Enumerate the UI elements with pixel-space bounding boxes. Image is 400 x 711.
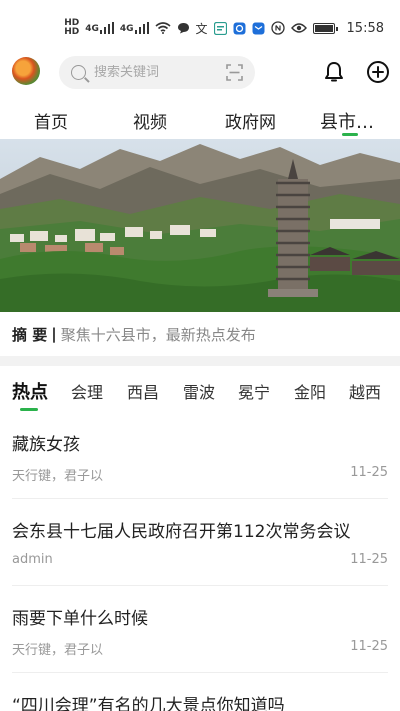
top-nav: 首页 视频 政府网 县市… (0, 100, 400, 138)
news-item[interactable]: 会东县十七届人民政府召开第112次常务会议 admin 11-25 (0, 501, 400, 588)
search-input[interactable] (94, 65, 222, 80)
news-divider (12, 672, 388, 673)
app-header (0, 56, 400, 90)
news-date: 11-25 (350, 639, 388, 654)
battery-fill (314, 24, 333, 32)
search-bar[interactable] (59, 56, 255, 89)
tab-counties[interactable]: 县市… (320, 108, 374, 134)
search-icon (71, 65, 86, 80)
news-divider (12, 585, 388, 586)
news-date: 11-25 (350, 465, 388, 480)
news-title: 雨要下单什么时候 (12, 609, 148, 629)
news-title: “四川会理”有名的几大景点你知道吗 (12, 696, 285, 711)
tab-government[interactable]: 政府网 (225, 108, 276, 133)
tab-home[interactable]: 首页 (34, 108, 68, 133)
battery-icon (312, 22, 338, 34)
network-hd-indicator: HD HD (64, 19, 79, 37)
category-tab-jinyang[interactable]: 金阳 (294, 379, 326, 403)
scan-icon[interactable] (226, 64, 243, 81)
category-tab-leibo[interactable]: 雷波 (183, 379, 215, 403)
shield-app-icon (233, 22, 246, 34)
message-icon (177, 23, 189, 34)
signal-icon-2: 4G (120, 22, 149, 34)
category-tab-xichang[interactable]: 西昌 (127, 379, 159, 403)
banner-image[interactable] (0, 139, 400, 312)
banner-landscape-image (0, 139, 400, 312)
status-icons: HD HD 4G 4G 文 15:58 (64, 19, 384, 37)
category-tab-hot[interactable]: 热点 (12, 378, 48, 404)
tab-video[interactable]: 视频 (133, 108, 167, 133)
news-item[interactable]: 藏族女孩 天行键，君子以 11-25 (0, 414, 400, 501)
news-title: 藏族女孩 (12, 435, 80, 455)
summary-label: 摘 要 (12, 325, 48, 344)
section-divider (0, 356, 400, 366)
signal-label-1: 4G (85, 24, 99, 34)
category-tab-huili[interactable]: 会理 (71, 379, 103, 403)
nfc-icon (270, 21, 285, 35)
wifi-icon (154, 22, 171, 34)
avatar[interactable] (12, 57, 40, 85)
eye-icon (290, 23, 307, 33)
news-item[interactable]: 雨要下单什么时候 天行键，君子以 11-25 (0, 588, 400, 675)
add-icon[interactable] (366, 60, 390, 84)
network-hd-2: HD (64, 27, 80, 37)
news-item[interactable]: “四川会理”有名的几大景点你知道吗 (0, 675, 400, 711)
translate-icon: 文 (195, 21, 208, 36)
summary-bar: 摘 要 | 聚焦十六县市，最新热点发布 (0, 312, 400, 356)
news-author: 天行键，君子以 (12, 643, 104, 658)
summary-separator: | (51, 325, 57, 343)
category-tabs: 热点 会理 西昌 雷波 冕宁 金阳 越西 (0, 366, 400, 414)
news-author: admin (12, 552, 53, 567)
mail-app-icon (252, 22, 265, 34)
signal-label-2: 4G (119, 24, 134, 34)
status-time: 15:58 (346, 20, 384, 36)
news-title: 会东县十七届人民政府召开第112次常务会议 (12, 522, 351, 542)
category-active-indicator (20, 408, 38, 411)
category-tab-mianning[interactable]: 冕宁 (238, 379, 270, 403)
category-tab-yuexi[interactable]: 越西 (349, 379, 381, 403)
bell-icon[interactable] (322, 60, 346, 84)
news-author: 天行键，君子以 (12, 469, 104, 484)
news-date: 11-25 (350, 552, 388, 567)
tab-active-indicator (342, 133, 358, 136)
summary-text: 聚焦十六县市，最新热点发布 (60, 325, 256, 344)
news-divider (12, 498, 388, 499)
signal-icon: 4G (85, 22, 114, 34)
status-bar: HD HD 4G 4G 文 15:58 (0, 0, 400, 56)
app-notification-icon (213, 21, 227, 35)
